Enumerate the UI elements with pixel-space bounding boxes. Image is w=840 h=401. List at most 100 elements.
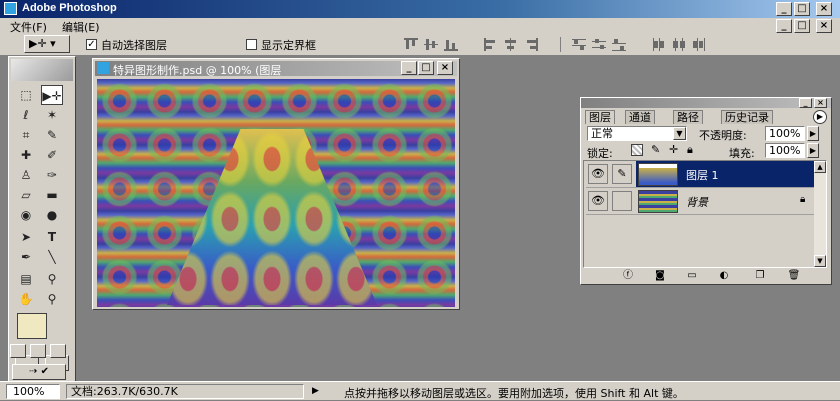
lock-paint-icon[interactable]: ✎: [651, 143, 660, 156]
document-title: 特异图形制作.psd @ 100% (图层: [113, 64, 282, 77]
document-icon: [97, 62, 109, 74]
blur-tool-icon[interactable]: ◉: [15, 205, 37, 225]
tab-channels[interactable]: 通道: [625, 110, 655, 124]
opacity-input[interactable]: 100%: [765, 126, 805, 141]
distribute-vcenter-icon[interactable]: [592, 38, 606, 51]
align-right-icon[interactable]: [524, 38, 538, 51]
layers-scrollbar[interactable]: ▲ ▼: [814, 161, 826, 267]
new-layer-icon[interactable]: ❐: [753, 270, 767, 282]
gradient-tool-icon[interactable]: ▬: [41, 185, 63, 205]
fill-slider-icon[interactable]: ▶: [807, 143, 819, 158]
layer-style-icon[interactable]: ⓕ: [621, 270, 635, 282]
healing-brush-tool-icon[interactable]: ✚: [15, 145, 37, 165]
layer-link-empty-icon[interactable]: [612, 191, 632, 211]
type-tool-icon[interactable]: T: [41, 227, 63, 247]
fill-input[interactable]: 100%: [765, 143, 805, 158]
palette-minimize-button[interactable]: _: [799, 98, 812, 108]
add-mask-icon[interactable]: ◙: [653, 270, 667, 282]
auto-select-checkbox[interactable]: ✓: [86, 39, 97, 50]
distribute-right-icon[interactable]: [692, 38, 706, 51]
tab-paths[interactable]: 路径: [673, 110, 703, 124]
minimize-button[interactable]: _: [776, 2, 792, 16]
layer-row-layer1[interactable]: 👁︎ ✎ 图层 1: [586, 161, 814, 188]
eraser-tool-icon[interactable]: ▱: [15, 185, 37, 205]
path-selection-tool-icon[interactable]: ➤: [15, 227, 37, 247]
show-bounds-checkbox[interactable]: [246, 39, 257, 50]
lock-transparency-icon[interactable]: [631, 144, 643, 156]
hand-tool-icon[interactable]: ✋: [15, 289, 37, 309]
options-bar: ▶✛ ▾ ✓ 自动选择图层 显示定界框: [0, 34, 840, 56]
jump-to-imageready-button[interactable]: ⇢ ✔: [12, 364, 66, 380]
visibility-eye-icon[interactable]: 👁︎: [588, 164, 608, 184]
doc-restore-button[interactable]: □: [794, 19, 810, 33]
align-left-icon[interactable]: [484, 38, 498, 51]
layer-row-background[interactable]: 👁︎ 背景 🔒︎: [586, 188, 814, 215]
layer-thumbnail: [638, 163, 678, 186]
clone-stamp-tool-icon[interactable]: ♙: [15, 165, 37, 185]
align-vcenter-icon[interactable]: [424, 38, 438, 51]
doc-window-maximize-button[interactable]: □: [418, 61, 434, 75]
scroll-up-icon[interactable]: ▲: [814, 161, 826, 173]
app-title: Adobe Photoshop: [22, 2, 117, 14]
chevron-down-icon[interactable]: ▼: [673, 127, 686, 140]
lock-label: 锁定:: [587, 147, 613, 160]
menu-file[interactable]: 文件(F): [10, 19, 47, 35]
dodge-tool-icon[interactable]: ●: [41, 205, 63, 225]
feather-logo-icon: [11, 59, 73, 81]
slice-tool-icon[interactable]: ✎: [41, 125, 63, 145]
distribute-bottom-icon[interactable]: [612, 38, 626, 51]
move-tool-icon[interactable]: ▶✛: [41, 85, 63, 105]
palette-title-bar[interactable]: [581, 98, 831, 108]
tab-layers[interactable]: 图层: [585, 110, 615, 124]
photoshop-logo-icon: [4, 2, 17, 15]
marquee-tool-icon[interactable]: ⬚: [15, 85, 37, 105]
blend-mode-value: 正常: [591, 127, 613, 140]
close-button[interactable]: ×: [816, 2, 832, 16]
magic-wand-tool-icon[interactable]: ✶: [41, 105, 63, 125]
menu-edit[interactable]: 编辑(E): [62, 19, 100, 35]
tab-history[interactable]: 历史记录: [721, 110, 773, 124]
eyedropper-tool-icon[interactable]: ⚲: [41, 269, 63, 289]
blend-mode-select[interactable]: 正常 ▼: [587, 126, 687, 141]
line-tool-icon[interactable]: ╲: [41, 247, 63, 267]
doc-window-close-button[interactable]: ×: [437, 61, 453, 75]
lock-move-icon[interactable]: ✛: [669, 143, 678, 156]
doc-minimize-button[interactable]: _: [776, 19, 792, 33]
align-bottom-icon[interactable]: [444, 38, 458, 51]
status-menu-arrow-icon[interactable]: ▶: [312, 384, 324, 399]
document-title-bar[interactable]: 特异图形制作.psd @ 100% (图层 _ □ ×: [95, 61, 457, 77]
tool-preset-picker[interactable]: ▶✛ ▾: [24, 35, 70, 53]
opacity-slider-icon[interactable]: ▶: [807, 126, 819, 141]
pen-tool-icon[interactable]: ✒: [15, 247, 37, 267]
doc-window-minimize-button[interactable]: _: [401, 61, 417, 75]
doc-close-button[interactable]: ×: [816, 19, 832, 33]
zoom-field[interactable]: 100%: [6, 384, 60, 399]
align-hcenter-icon[interactable]: [504, 38, 518, 51]
palette-menu-icon[interactable]: ▶: [813, 110, 827, 124]
delete-layer-icon[interactable]: 🗑︎: [787, 270, 801, 282]
notes-tool-icon[interactable]: ▤: [15, 269, 37, 289]
crop-tool-icon[interactable]: ⌗: [15, 125, 37, 145]
screen-mode-buttons[interactable]: [10, 344, 70, 358]
distribute-hcenter-icon[interactable]: [672, 38, 686, 51]
brush-tool-icon[interactable]: ✐: [41, 145, 63, 165]
lasso-tool-icon[interactable]: ℓ: [15, 105, 37, 125]
maximize-button[interactable]: □: [794, 2, 810, 16]
history-brush-tool-icon[interactable]: ✑: [41, 165, 63, 185]
menu-bar: 文件(F) 编辑(E) _ □ ×: [0, 18, 840, 34]
options-divider: [560, 37, 561, 52]
distribute-top-icon[interactable]: [572, 38, 586, 51]
distribute-left-icon[interactable]: [652, 38, 666, 51]
layer-link-brush-icon[interactable]: ✎: [612, 164, 632, 184]
lock-all-icon[interactable]: 🔒︎: [687, 143, 693, 157]
adjustment-layer-icon[interactable]: ◐: [717, 270, 731, 282]
foreground-color-swatch[interactable]: [17, 313, 47, 339]
scroll-down-icon[interactable]: ▼: [814, 255, 826, 267]
visibility-eye-icon[interactable]: 👁︎: [588, 191, 608, 211]
palette-close-button[interactable]: ×: [814, 98, 827, 108]
new-set-icon[interactable]: ▭: [685, 270, 699, 282]
document-window: 特异图形制作.psd @ 100% (图层 _ □ ×: [92, 58, 460, 310]
image-canvas[interactable]: [97, 79, 455, 307]
zoom-tool-icon[interactable]: ⚲: [41, 289, 63, 309]
align-top-icon[interactable]: [404, 38, 418, 51]
